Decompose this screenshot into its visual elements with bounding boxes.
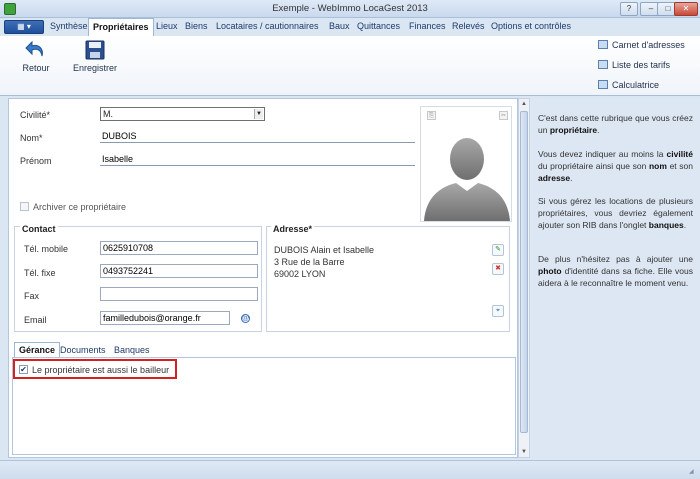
fax-input[interactable] [100, 287, 258, 301]
scroll-thumb[interactable] [520, 111, 528, 433]
subtab-documents[interactable]: Documents [60, 345, 106, 355]
help-text: . [597, 125, 600, 135]
adresse-title: Adresse* [271, 224, 315, 234]
window-title: Exemple - WebImmo LocaGest 2013 [272, 3, 428, 14]
tab-lieux[interactable]: Lieux [156, 21, 178, 31]
adresse-line-3: 69002 LYON [274, 269, 326, 279]
form-scrollbar[interactable]: ▲ ▼ [518, 98, 530, 458]
title-bar: Exemple - WebImmo LocaGest 2013 ? – □ ✕ [0, 0, 700, 18]
price-list-icon [598, 60, 608, 69]
add-photo-icon[interactable]: ⎘ [427, 111, 436, 120]
help-panel: C'est dans cette rubrique que vous créez… [530, 98, 700, 460]
tab-locataires[interactable]: Locataires / cautionnaires [216, 21, 319, 31]
help-text: d'identité dans sa fiche. Elle vous aide… [538, 266, 693, 288]
tab-proprietaires[interactable]: Propriétaires [88, 18, 154, 37]
help-paragraph-2: Vous devez indiquer au moins la civilité… [538, 148, 693, 184]
tel-mobile-label: Tél. mobile [24, 244, 69, 254]
address-book-icon [598, 40, 608, 49]
tab-releves[interactable]: Relevés [452, 21, 485, 31]
prenom-label: Prénom [20, 156, 52, 166]
retour-button[interactable]: Retour [18, 39, 54, 73]
tarifs-label: Liste des tarifs [612, 60, 671, 70]
chevron-down-icon: ▼ [254, 109, 263, 119]
enregistrer-label: Enregistrer [72, 63, 117, 73]
subtab-banques[interactable]: Banques [114, 345, 150, 355]
calculatrice-label: Calculatrice [612, 80, 660, 90]
file-menu-button[interactable]: ▦ ▾ [4, 20, 44, 34]
help-paragraph-1: C'est dans cette rubrique que vous créez… [538, 112, 693, 136]
back-arrow-icon [25, 40, 43, 57]
avatar-silhouette-icon [424, 138, 510, 221]
help-text: . [570, 173, 573, 183]
help-bold: nom [648, 161, 667, 171]
contact-title: Contact [20, 224, 58, 234]
help-text: . [683, 220, 687, 230]
help-text: et son [666, 161, 693, 171]
help-paragraph-4: De plus n'hésitez pas à ajouter une phot… [538, 253, 693, 289]
help-text: Vous devez indiquer au moins la [538, 149, 667, 159]
civilite-select[interactable]: M. ▼ [100, 107, 265, 121]
tel-mobile-input[interactable] [100, 241, 258, 255]
civilite-label: Civilité* [20, 110, 51, 120]
help-bold: adresse [538, 173, 571, 183]
enregistrer-button[interactable]: Enregistrer [70, 39, 120, 73]
ribbon: Retour Enregistrer Carnet d'adresses Lis… [0, 36, 700, 96]
help-bold: propriétaire [549, 125, 598, 135]
scroll-up-icon[interactable]: ▲ [519, 99, 529, 109]
status-bar: ◢ [0, 460, 700, 479]
map-icon[interactable]: ⌖ [492, 305, 504, 317]
help-text: De plus n'hésitez pas à ajouter une [538, 254, 693, 264]
photo-box[interactable]: ⎘ ✂ [420, 106, 512, 222]
civilite-value: M. [103, 109, 113, 119]
help-text: du propriétaire ainsi que son [538, 161, 649, 171]
carnet-adresses-link[interactable]: Carnet d'adresses [598, 40, 685, 50]
calculator-icon [598, 80, 608, 89]
save-icon [85, 40, 105, 60]
close-button[interactable]: ✕ [674, 2, 698, 16]
archiver-label: Archiver ce propriétaire [33, 202, 127, 212]
bailleur-label: Le propriétaire est aussi le bailleur [32, 365, 170, 375]
clear-address-icon[interactable]: ✖ [492, 263, 504, 275]
edit-address-icon[interactable]: ✎ [492, 244, 504, 256]
subtab-gerance[interactable]: Gérance [14, 342, 61, 358]
help-bold: photo [538, 266, 562, 276]
resize-grip-icon[interactable]: ◢ [689, 468, 697, 476]
email-send-icon[interactable]: @ [241, 314, 250, 323]
calculatrice-link[interactable]: Calculatrice [598, 80, 659, 90]
adresse-group [266, 226, 510, 332]
fax-label: Fax [24, 291, 40, 301]
liste-tarifs-link[interactable]: Liste des tarifs [598, 60, 670, 70]
help-button[interactable]: ? [620, 2, 638, 16]
email-label: Email [24, 315, 47, 325]
adresse-line-2: 3 Rue de la Barre [274, 257, 345, 267]
archiver-checkbox[interactable] [20, 202, 29, 211]
tab-finances[interactable]: Finances [409, 21, 446, 31]
tab-quittances[interactable]: Quittances [357, 21, 400, 31]
scroll-down-icon[interactable]: ▼ [519, 447, 529, 457]
bailleur-checkbox[interactable]: ✔ [19, 365, 28, 374]
tab-biens[interactable]: Biens [185, 21, 208, 31]
retour-label: Retour [22, 63, 50, 73]
tel-fixe-input[interactable] [100, 264, 258, 278]
help-paragraph-3: Si vous gérez les locations de plusieurs… [538, 195, 693, 231]
main-tab-strip: ▦ ▾ Synthèse Propriétaires Lieux Biens L… [0, 18, 700, 37]
help-bold: civilité [666, 149, 693, 159]
tab-options[interactable]: Options et contrôles [491, 21, 571, 31]
adresse-line-1: DUBOIS Alain et Isabelle [274, 245, 375, 255]
delete-photo-icon[interactable]: ✂ [499, 111, 508, 120]
nom-label: Nom* [20, 133, 43, 143]
nom-input[interactable] [100, 129, 415, 143]
tab-synthese[interactable]: Synthèse [50, 21, 88, 31]
carnet-label: Carnet d'adresses [612, 40, 685, 50]
tel-fixe-label: Tél. fixe [24, 268, 56, 278]
tab-baux[interactable]: Baux [329, 21, 350, 31]
email-input[interactable] [100, 311, 230, 325]
help-bold: banques [648, 220, 684, 230]
prenom-input[interactable] [100, 152, 415, 166]
